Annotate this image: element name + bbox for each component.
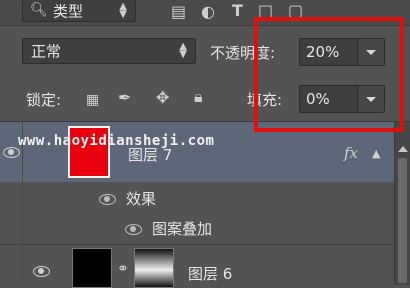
filter-type-dropdown[interactable]: 🔍︎ 类型 ▲ ▼ [22, 0, 136, 22]
effects-label: 效果 [126, 190, 157, 208]
watermark-text: www.haoyidianshejі.com [18, 133, 215, 149]
fx-icon[interactable]: fx [344, 144, 358, 162]
lock-all-icon[interactable]: 🔒︎ [194, 89, 203, 105]
lock-transparency-icon[interactable]: ▦ [86, 92, 99, 108]
collapse-effects-icon[interactable]: ▲ [372, 146, 380, 162]
visibility-eye-icon[interactable] [32, 266, 50, 277]
filter-adjustment-icon[interactable]: ◐ [201, 4, 215, 20]
blend-mode-dropdown[interactable]: 正常 ▲ ▼ [22, 38, 196, 64]
filter-type-T-icon[interactable]: T [232, 3, 243, 19]
layer6-thumbnail [72, 248, 112, 288]
layer-row-layer6[interactable]: ⚭ 图层 6 [0, 244, 394, 288]
lock-position-move-icon[interactable]: ✥ [156, 90, 169, 106]
filter-pixel-icon[interactable]: ▤ [171, 4, 186, 20]
scroll-thumb[interactable] [398, 158, 407, 283]
mask-link-icon[interactable]: ⚭ [117, 261, 129, 277]
layer6-mask-thumbnail [134, 248, 174, 288]
effects-eye-icon[interactable] [98, 194, 116, 205]
lock-image-brush-icon[interactable]: ✒ [118, 90, 131, 106]
pattern-overlay-eye-icon[interactable] [124, 224, 142, 235]
scroll-up-arrow-icon[interactable] [398, 146, 408, 152]
updown-icon: ▲ ▼ [119, 0, 127, 20]
lock-label: 锁定: [26, 91, 62, 109]
updown-icon: ▲ ▼ [179, 41, 187, 60]
blend-mode-value: 正常 [31, 42, 62, 61]
pattern-overlay-label[interactable]: 图案叠加 [152, 218, 212, 239]
layer7-effects: 效果 图案叠加 [0, 182, 394, 244]
filter-type-label: 类型 [53, 2, 84, 20]
search-icon: 🔍︎ [30, 2, 48, 18]
annotation-highlight-box [254, 17, 404, 132]
layer6-name[interactable]: 图层 6 [188, 263, 232, 284]
layers-scrollbar[interactable] [394, 122, 410, 285]
